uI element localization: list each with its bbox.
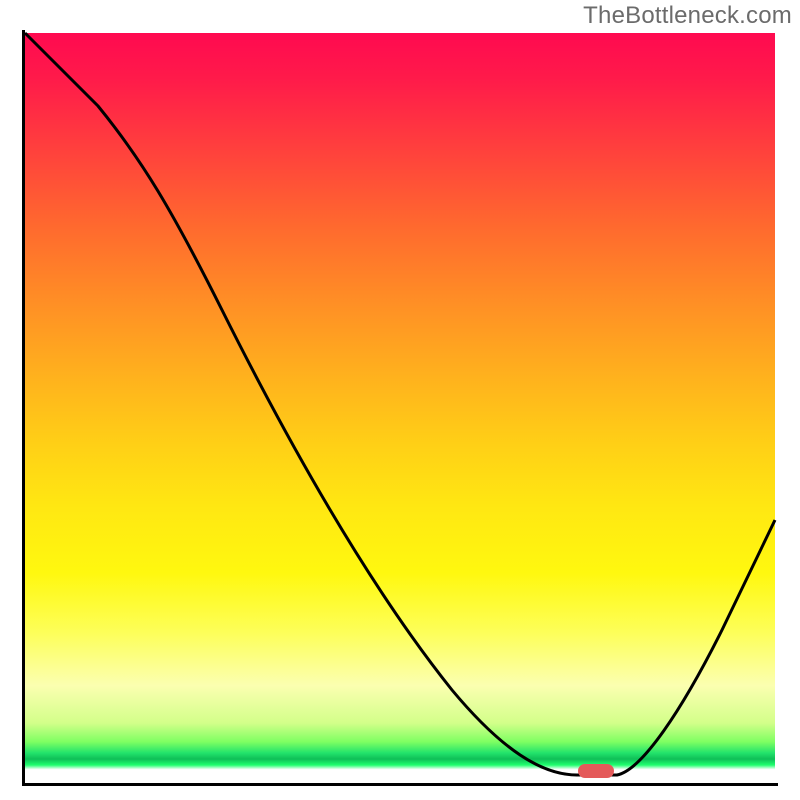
- plot-area: [22, 30, 778, 786]
- chart-container: TheBottleneck.com: [0, 0, 800, 800]
- watermark-text: TheBottleneck.com: [583, 2, 792, 30]
- bottleneck-curve: [22, 30, 778, 786]
- optimal-marker: [578, 764, 614, 778]
